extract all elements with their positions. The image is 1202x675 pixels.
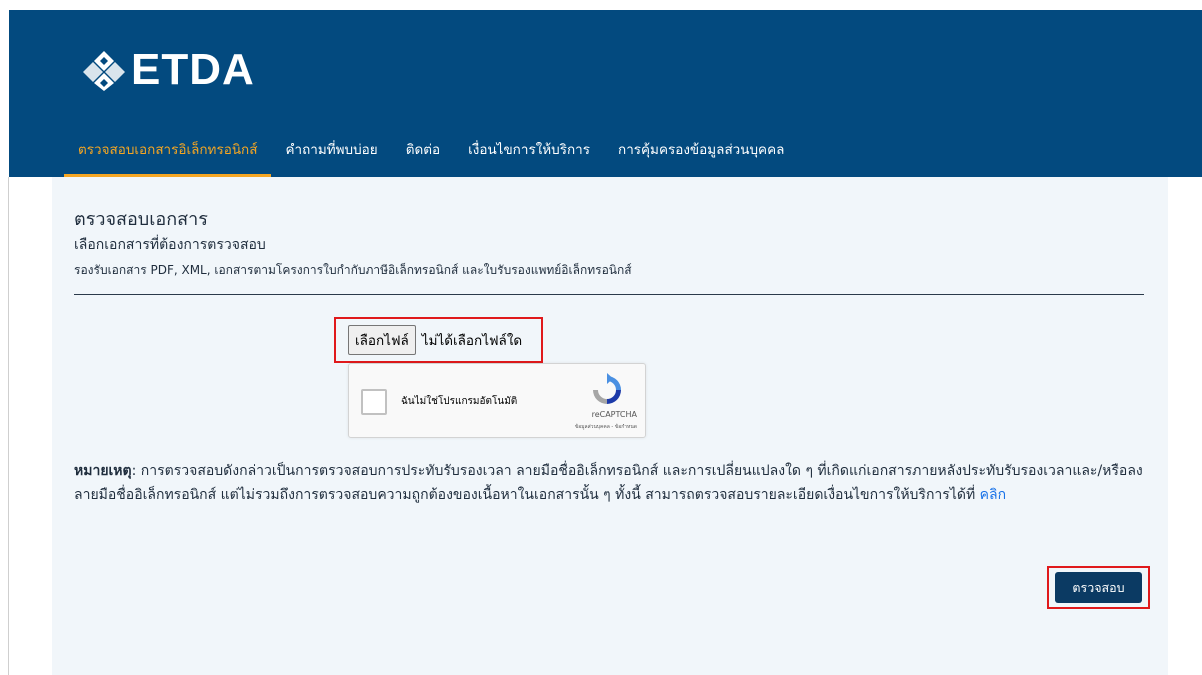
recaptcha-label: ฉันไม่ใช่โปรแกรมอัตโนมัติ (401, 396, 518, 407)
file-input-highlight: เลือกไฟล์ ไม่ได้เลือกไฟล์ใด (334, 317, 543, 363)
logo-text: ETDA (131, 45, 255, 94)
file-status-text: ไม่ได้เลือกไฟล์ใด (421, 333, 523, 349)
submit-highlight: ตรวจสอบ (1047, 566, 1150, 609)
choose-file-button[interactable]: เลือกไฟล์ (348, 325, 416, 355)
terms-link[interactable]: คลิก (980, 487, 1006, 503)
recaptcha-widget: ฉันไม่ใช่โปรแกรมอัตโนมัติ reCAPTCHA ข้อม… (348, 363, 646, 438)
note-prefix: หมายเหตุ (74, 463, 132, 479)
page-subtitle: เลือกเอกสารที่ต้องการตรวจสอบ (74, 237, 266, 253)
nav-item-contact[interactable]: ติดต่อ (392, 128, 454, 177)
etda-logo[interactable]: ETDA (83, 38, 255, 102)
supported-formats-text: รองรับเอกสาร PDF, XML, เอกสารตามโครงการใ… (74, 263, 632, 277)
divider (74, 294, 1144, 295)
verify-submit-button[interactable]: ตรวจสอบ (1055, 572, 1142, 603)
site-header: ETDA ตรวจสอบเอกสารอิเล็กทรอนิกส์ คำถามที… (9, 10, 1202, 177)
nav-item-privacy[interactable]: การคุ้มครองข้อมูลส่วนบุคคล (604, 128, 798, 177)
nav-item-verify-documents[interactable]: ตรวจสอบเอกสารอิเล็กทรอนิกส์ (64, 128, 272, 177)
etda-logo-icon (83, 51, 125, 91)
page-title: ตรวจสอบเอกสาร (74, 209, 208, 230)
page-border (8, 177, 9, 675)
recaptcha-checkbox[interactable] (361, 389, 387, 415)
nav-item-faq[interactable]: คำถามที่พบบ่อย (271, 128, 391, 177)
nav-item-terms[interactable]: เงื่อนไขการให้บริการ (454, 128, 604, 177)
verify-panel: ตรวจสอบเอกสาร เลือกเอกสารที่ต้องการตรวจส… (52, 177, 1168, 675)
main-nav: ตรวจสอบเอกสารอิเล็กทรอนิกส์ คำถามที่พบบ่… (64, 128, 798, 177)
recaptcha-links[interactable]: ข้อมูลส่วนบุคคล - ข้อกำหนด (575, 423, 637, 431)
recaptcha-brand: reCAPTCHA (591, 410, 637, 419)
note-text: หมายเหตุ: การตรวจสอบดังกล่าวเป็นการตรวจส… (74, 459, 1159, 507)
recaptcha-icon (593, 373, 621, 404)
